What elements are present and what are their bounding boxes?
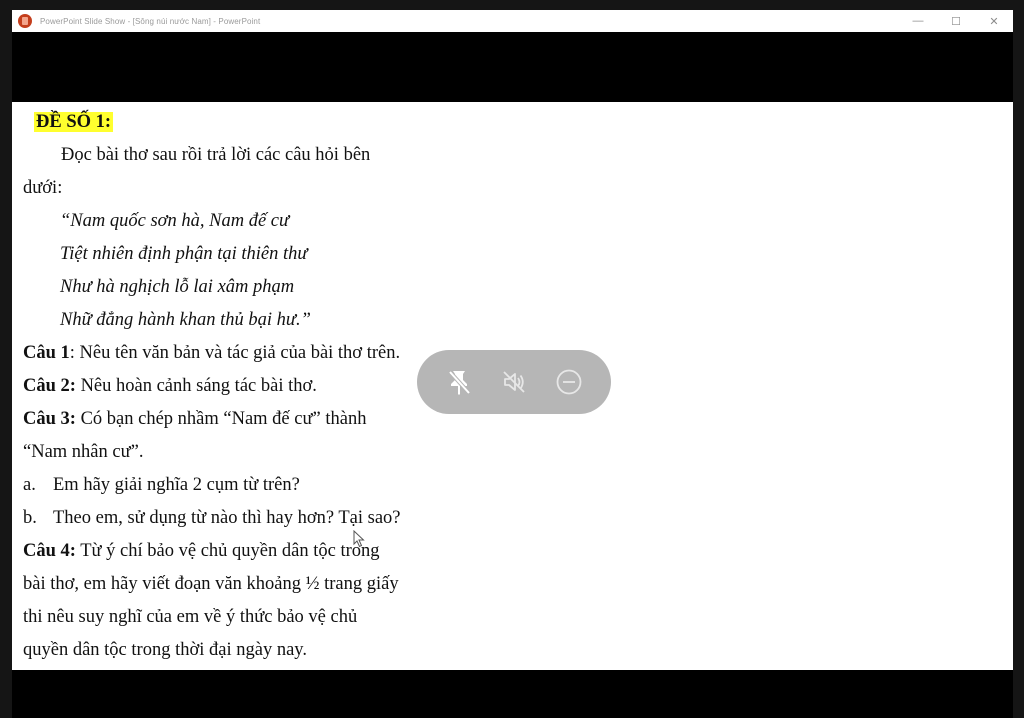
letterbox-bottom <box>12 670 1013 718</box>
close-button[interactable]: ✕ <box>975 10 1013 32</box>
question-4-line-4: quyền dân tộc trong thời đại ngày nay. <box>23 640 307 660</box>
sub-question-a: a. Em hãy giải nghĩa 2 cụm từ trên? <box>23 475 300 495</box>
question-3-cont: “Nam nhân cư”. <box>23 442 144 462</box>
question-3: Câu 3: Có bạn chép nhầm “Nam đế cư” thàn… <box>23 409 367 429</box>
unpin-icon <box>448 370 471 395</box>
intro-line-2: dưới: <box>23 178 63 198</box>
slide-heading: ĐỀ SỐ 1: <box>34 112 114 132</box>
window-controls: — ☐ ✕ <box>899 10 1013 32</box>
question-1: Câu 1: Nêu tên văn bản và tác giả của bà… <box>23 343 401 363</box>
title-bar: PowerPoint Slide Show - [Sông núi nước N… <box>12 10 1013 32</box>
mouse-cursor-icon <box>353 530 365 548</box>
unpin-button[interactable] <box>439 362 479 402</box>
question-4: Câu 4: Từ ý chí bảo vệ chủ quyền dân tộc… <box>23 541 380 561</box>
minimize-button[interactable]: — <box>899 10 937 32</box>
powerpoint-icon <box>18 14 32 28</box>
mute-icon <box>503 371 525 393</box>
letterbox-top <box>12 32 1013 102</box>
slide-text: ĐỀ SỐ 1: Đọc bài thơ sau rồi trả lời các… <box>23 106 483 667</box>
poem-line-2: Tiệt nhiên định phận tại thiên thư <box>60 244 308 264</box>
question-2: Câu 2: Nêu hoàn cảnh sáng tác bài thơ. <box>23 376 317 396</box>
mute-button[interactable] <box>494 362 534 402</box>
screen: PowerPoint Slide Show - [Sông núi nước N… <box>0 0 1024 718</box>
minimize-toolbar-button[interactable] <box>549 362 589 402</box>
intro-line-1: Đọc bài thơ sau rồi trả lời các câu hỏi … <box>61 145 371 165</box>
floating-toolbar <box>417 350 611 414</box>
poem-line-1: “Nam quốc sơn hà, Nam đế cư <box>60 211 290 231</box>
poem-line-3: Như hà nghịch lỗ lai xâm phạm <box>60 277 295 297</box>
maximize-button[interactable]: ☐ <box>937 10 975 32</box>
sub-question-b: b. Theo em, sử dụng từ nào thì hay hơn? T… <box>23 508 401 528</box>
minimize-circle-icon <box>556 369 582 395</box>
window-title: PowerPoint Slide Show - [Sông núi nước N… <box>40 16 261 26</box>
poem-line-4: Nhữ đẳng hành khan thủ bại hư.” <box>60 310 311 330</box>
question-4-line-2: bài thơ, em hãy viết đoạn văn khoảng ½ t… <box>23 574 399 594</box>
question-4-line-3: thi nêu suy nghĩ của em về ý thức bảo vệ… <box>23 607 358 627</box>
